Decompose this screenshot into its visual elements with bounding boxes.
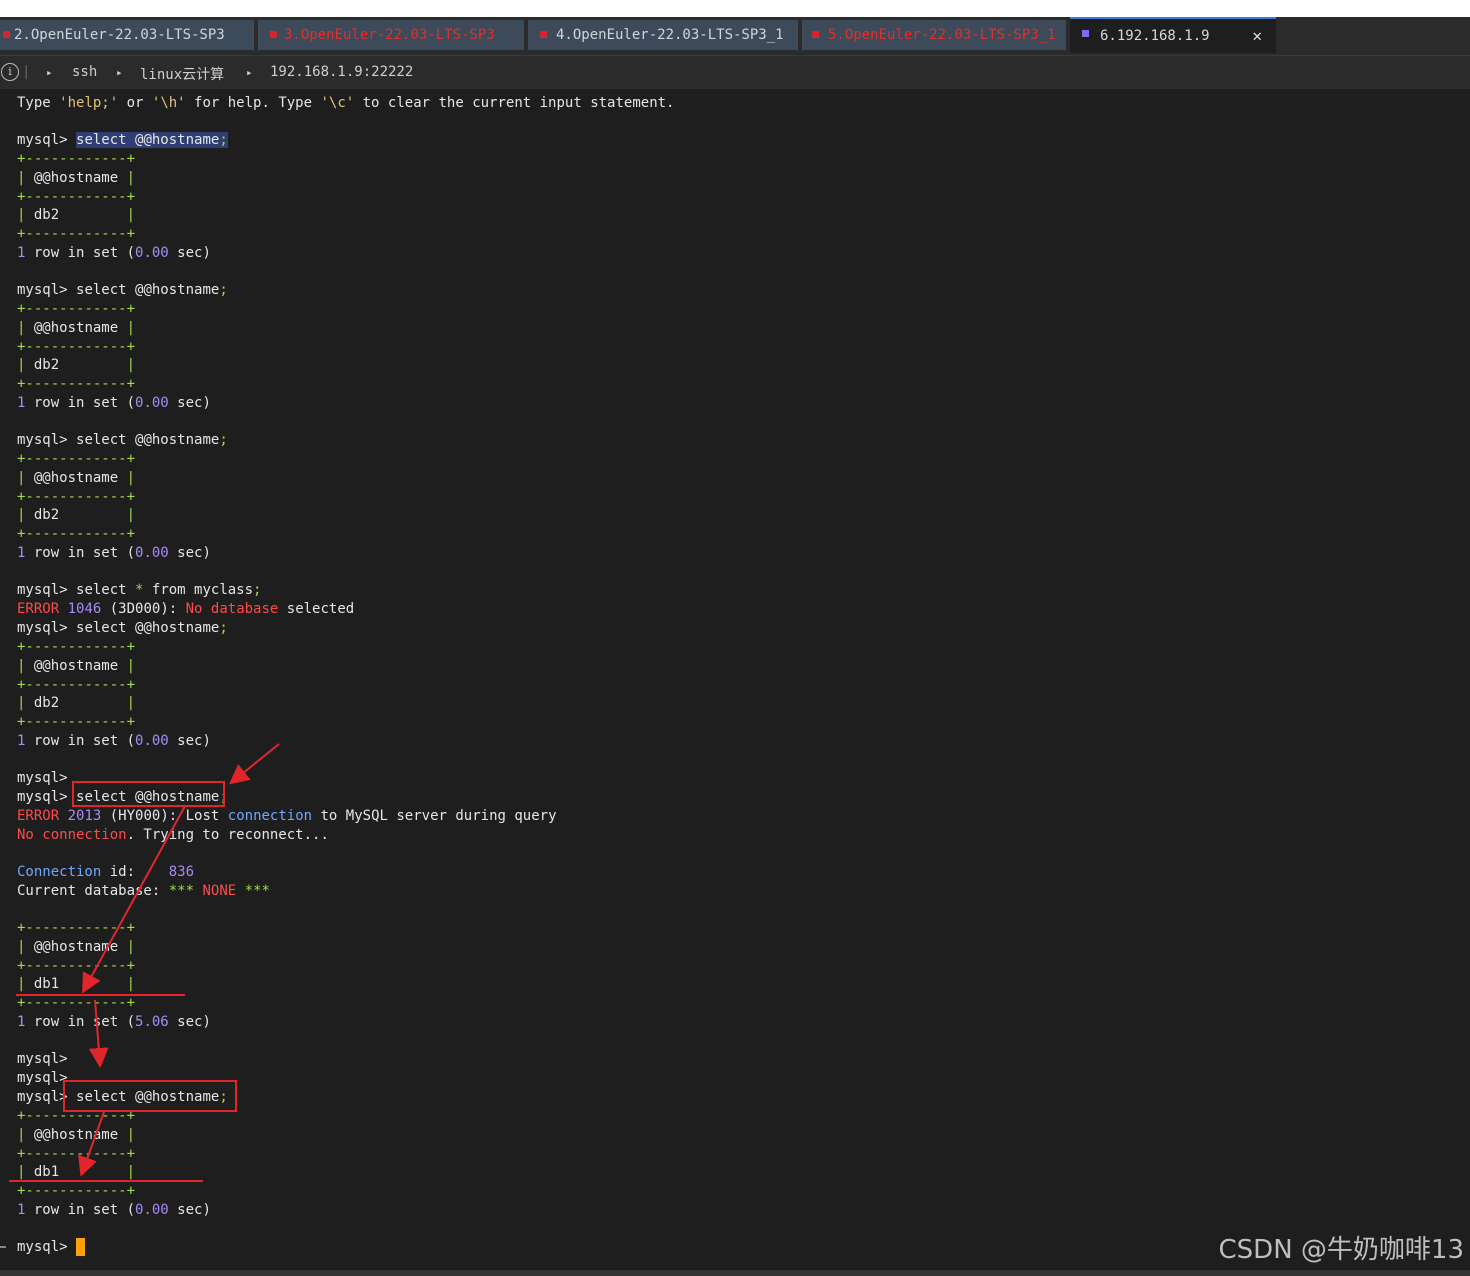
annotation-overlay <box>9 743 280 1182</box>
annotation-arrow <box>88 999 109 1068</box>
annotation-arrow <box>228 743 280 785</box>
horizontal-scrollbar[interactable] <box>0 1270 1470 1276</box>
annotation-arrow <box>78 1111 105 1177</box>
watermark: CSDN @牛奶咖啡13 <box>1218 1235 1464 1265</box>
annotation-arrow <box>82 805 186 994</box>
highlight-box <box>72 781 225 807</box>
highlight-box <box>63 1080 237 1112</box>
